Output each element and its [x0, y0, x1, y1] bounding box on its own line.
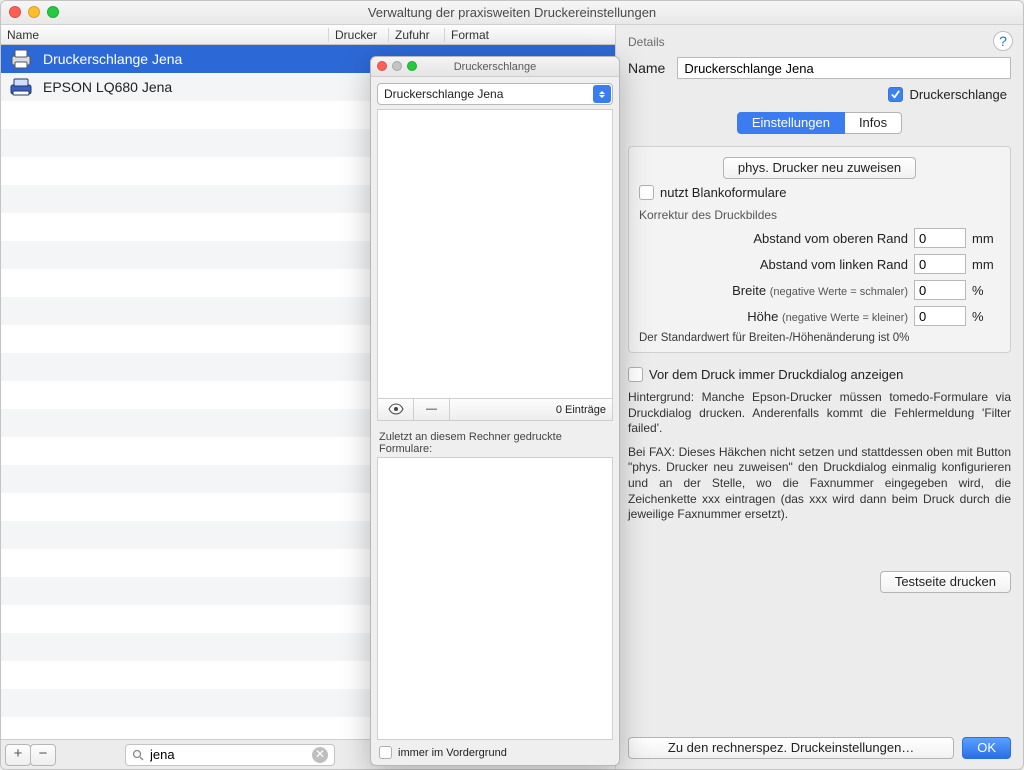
- minimize-icon[interactable]: [392, 61, 402, 71]
- clear-search-icon[interactable]: ✕: [312, 747, 328, 763]
- preview-button[interactable]: [378, 399, 414, 420]
- window-title: Verwaltung der praxisweiten Druckereinst…: [368, 5, 656, 20]
- correction-title: Korrektur des Druckbildes: [639, 208, 1000, 222]
- name-input[interactable]: [677, 57, 1011, 79]
- height-unit: %: [972, 309, 1000, 324]
- top-margin-unit: mm: [972, 231, 1000, 246]
- default-note: Der Standardwert für Breiten-/Höhenänder…: [639, 332, 1000, 344]
- chevron-updown-icon: [593, 85, 611, 103]
- th-name[interactable]: Name: [1, 28, 329, 42]
- left-margin-unit: mm: [972, 257, 1000, 272]
- help-text-2: Bei FAX: Dieses Häkchen nicht setzen und…: [628, 445, 1011, 523]
- row-name: Druckerschlange Jena: [43, 51, 182, 67]
- show-dialog-checkbox[interactable]: [628, 367, 643, 382]
- top-margin-input[interactable]: [914, 228, 966, 248]
- blank-forms-label: nutzt Blankoformulare: [660, 185, 786, 200]
- tab-settings[interactable]: Einstellungen: [737, 112, 845, 134]
- minimize-icon[interactable]: [28, 6, 40, 18]
- settings-group: phys. Drucker neu zuweisen nutzt Blankof…: [628, 146, 1011, 353]
- queue-count: 0 Einträge: [550, 404, 612, 416]
- details-pane: Details Name Druckerschlange Einstellung…: [616, 25, 1023, 769]
- window-controls: [9, 6, 59, 18]
- show-dialog-label: Vor dem Druck immer Druckdialog anzeigen: [649, 367, 903, 382]
- queue-checkbox-label: Druckerschlange: [909, 87, 1007, 102]
- queue-popup-window: Druckerschlange Druckerschlange Jena — 0…: [370, 56, 620, 766]
- width-unit: %: [972, 283, 1000, 298]
- name-label: Name: [628, 60, 665, 76]
- left-margin-label: Abstand vom linken Rand: [639, 257, 908, 272]
- recent-forms-label: Zuletzt an diesem Rechner gedruckte Form…: [379, 431, 611, 455]
- zoom-icon[interactable]: [407, 61, 417, 71]
- close-icon[interactable]: [377, 61, 387, 71]
- width-label: Breite (negative Werte = schmaler): [639, 283, 908, 298]
- dotmatrix-printer-icon: [9, 76, 33, 98]
- details-heading: Details: [628, 35, 1011, 49]
- remove-job-button[interactable]: —: [414, 399, 450, 420]
- close-icon[interactable]: [9, 6, 21, 18]
- ok-button[interactable]: OK: [962, 737, 1011, 759]
- popup-footer: immer im Vordergrund: [371, 740, 619, 765]
- popup-titlebar: Druckerschlange: [371, 57, 619, 77]
- search-icon: [132, 749, 144, 761]
- foreground-label: immer im Vordergrund: [398, 747, 507, 759]
- help-button[interactable]: ?: [993, 31, 1013, 51]
- search-input[interactable]: [148, 746, 312, 763]
- th-format[interactable]: Format: [445, 28, 615, 42]
- foreground-checkbox[interactable]: [379, 746, 392, 759]
- help-text-1: Hintergrund: Manche Epson-Drucker müssen…: [628, 390, 1011, 437]
- queue-select-value: Druckerschlange Jena: [384, 87, 503, 101]
- recent-forms-list[interactable]: [377, 457, 613, 740]
- top-margin-label: Abstand vom oberen Rand: [639, 231, 908, 246]
- testpage-button[interactable]: Testseite drucken: [880, 571, 1011, 593]
- row-name: EPSON LQ680 Jena: [43, 79, 172, 95]
- height-label: Höhe (negative Werte = kleiner): [639, 309, 908, 324]
- queue-select[interactable]: Druckerschlange Jena: [377, 83, 613, 105]
- table-header: Name Drucker Zufuhr Format: [1, 25, 615, 45]
- local-settings-button[interactable]: Zu den rechnerspez. Druckeinstellungen…: [628, 737, 954, 759]
- assign-printer-button[interactable]: phys. Drucker neu zuweisen: [723, 157, 916, 179]
- add-button[interactable]: +: [5, 744, 31, 766]
- printer-icon: [9, 48, 33, 70]
- queue-checkbox[interactable]: [888, 87, 903, 102]
- zoom-icon[interactable]: [47, 6, 59, 18]
- popup-window-controls: [377, 61, 417, 71]
- width-input[interactable]: [914, 280, 966, 300]
- remove-button[interactable]: −: [30, 744, 56, 766]
- queue-jobs-list[interactable]: [377, 109, 613, 399]
- left-margin-input[interactable]: [914, 254, 966, 274]
- queue-toolbar: — 0 Einträge: [377, 399, 613, 421]
- th-drucker[interactable]: Drucker: [329, 28, 389, 42]
- th-zufuhr[interactable]: Zufuhr: [389, 28, 445, 42]
- height-input[interactable]: [914, 306, 966, 326]
- search-field[interactable]: ✕: [125, 744, 335, 766]
- tab-info[interactable]: Infos: [845, 112, 902, 134]
- titlebar: Verwaltung der praxisweiten Druckereinst…: [1, 1, 1023, 25]
- blank-forms-checkbox[interactable]: [639, 185, 654, 200]
- popup-title: Druckerschlange: [454, 61, 537, 73]
- tab-bar: Einstellungen Infos: [628, 112, 1011, 134]
